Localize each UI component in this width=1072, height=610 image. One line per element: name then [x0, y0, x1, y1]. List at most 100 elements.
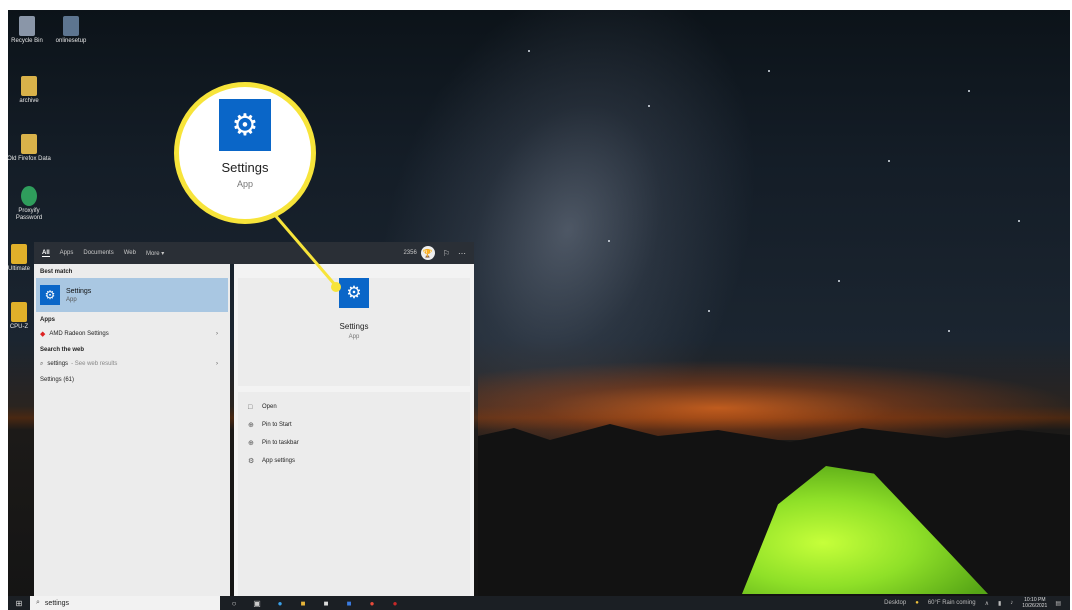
folder-icon [21, 76, 37, 96]
action-label: Pin to Start [262, 422, 292, 428]
web-query: settings [47, 361, 69, 367]
star [708, 310, 710, 312]
desktop-icon-proxyify[interactable]: Proxyify Password [6, 186, 52, 222]
desktop-icon-label: onlinesetup [55, 38, 87, 44]
chevron-up-icon[interactable]: ∧ [985, 600, 989, 607]
search-icon: ⌕ [36, 599, 40, 606]
rewards-points: 2356 [403, 250, 417, 256]
desktop-icon-label: Old Firefox Data [7, 156, 51, 162]
app-icon[interactable]: ● [386, 599, 404, 608]
filter-all[interactable]: All [42, 250, 50, 257]
settings-count-label: Settings (61) [40, 377, 75, 383]
best-match-header: Best match [40, 269, 73, 275]
action-pin-to-taskbar[interactable]: ⊕ Pin to taskbar [238, 434, 470, 452]
weather-text[interactable]: 60°F Rain coming [928, 600, 976, 606]
feedback-icon[interactable]: ⚐ [443, 249, 450, 258]
desktop-icon-label: archive [19, 98, 39, 104]
app-result-label: AMD Radeon Settings [49, 331, 109, 337]
more-options-icon[interactable]: ⋯ [458, 249, 466, 258]
app-result-amd[interactable]: ◆ AMD Radeon Settings › [34, 326, 230, 342]
windows-start-icon[interactable]: ⊞ [8, 599, 30, 608]
app-icon [11, 244, 27, 264]
desktop-icon-label: Proxyify Password [15, 208, 43, 221]
star [768, 70, 770, 72]
action-open[interactable]: □ Open [238, 398, 470, 416]
preview-name: Settings [339, 322, 369, 331]
desktop-icon-label: CPU-Z [9, 324, 29, 330]
search-value: settings [44, 599, 70, 607]
store-icon[interactable]: ■ [317, 599, 335, 608]
filter-more[interactable]: More ▾ [146, 250, 164, 257]
volume-icon[interactable]: ♪ [1010, 600, 1013, 606]
clock-date: 10/26/2021 [1022, 603, 1048, 609]
filter-apps[interactable]: Apps [60, 250, 74, 256]
gear-icon: ⚙ [219, 99, 271, 151]
pin-icon: ⊕ [248, 422, 254, 429]
best-match-result[interactable]: ⚙ Settings App [36, 278, 228, 312]
desktop-icon-ultimate[interactable]: Ultimate [4, 244, 34, 273]
settings-category-result[interactable]: Settings (61) [34, 372, 230, 388]
action-label: Open [262, 404, 277, 410]
file-icon [63, 16, 79, 36]
clock[interactable]: 10:10 PM 10/26/2021 [1022, 597, 1047, 609]
star [1018, 220, 1020, 222]
cortana-icon[interactable]: ○ [225, 599, 243, 608]
star [528, 50, 530, 52]
star [608, 240, 610, 242]
desktop-icon-label: Ultimate [7, 266, 30, 272]
desktop-icon-onlinesetup[interactable]: onlinesetup [48, 16, 94, 45]
taskbar-search-input[interactable]: ⌕ settings [30, 596, 220, 610]
desktop-toolbar-label[interactable]: Desktop [884, 600, 906, 606]
folder-icon [21, 134, 37, 154]
horizon-glow [478, 360, 1070, 440]
callout-subtitle: App [236, 179, 253, 189]
web-result[interactable]: ⌕ settings - See web results › [34, 356, 230, 372]
shield-icon [21, 186, 37, 206]
search-web-header: Search the web [40, 347, 85, 353]
action-pin-to-start[interactable]: ⊕ Pin to Start [238, 416, 470, 434]
desktop-icon-cpuz[interactable]: CPU-Z [4, 302, 34, 331]
star [648, 105, 650, 107]
action-app-settings[interactable]: ⚙ App settings [238, 452, 470, 470]
best-match-name: Settings [66, 287, 92, 295]
settings-callout: ⚙ Settings App [174, 82, 316, 224]
search-filter-bar: All Apps Documents Web More ▾ 2356 🏆 ⚐ ⋯ [34, 242, 474, 264]
edge-icon[interactable]: ● [271, 599, 289, 608]
preview-header: ⚙ Settings App [238, 278, 470, 386]
filter-web[interactable]: Web [124, 250, 136, 256]
rewards-icon[interactable]: 🏆 [420, 246, 435, 260]
open-icon: □ [248, 403, 253, 411]
notifications-icon[interactable]: ▤ [1055, 600, 1061, 607]
pin-icon: ⊕ [248, 440, 254, 447]
filter-documents[interactable]: Documents [83, 250, 113, 256]
star [968, 90, 970, 92]
desktop-icon-archive[interactable]: archive [6, 76, 52, 105]
taskbar: ⊞ ⌕ settings ○ ▣ ● ■ ■ ■ ● ● Desktop ● 6… [8, 596, 1070, 610]
callout-title: Settings [221, 160, 269, 175]
chevron-right-icon[interactable]: › [216, 361, 218, 367]
star [888, 160, 890, 162]
action-label: App settings [262, 458, 296, 464]
chrome-icon[interactable]: ● [363, 599, 381, 608]
search-icon: ⌕ [40, 360, 44, 367]
amd-radeon-icon: ◆ [40, 331, 46, 338]
desktop-icon-recycle-bin[interactable]: Recycle Bin [4, 16, 50, 45]
mail-icon[interactable]: ■ [340, 599, 358, 608]
weather-icon: ● [915, 600, 919, 606]
star [838, 280, 840, 282]
desktop-icon-label: Recycle Bin [11, 38, 43, 44]
task-view-icon[interactable]: ▣ [248, 599, 266, 608]
chevron-right-icon[interactable]: › [216, 331, 218, 337]
desktop-icon-old-firefox-data[interactable]: Old Firefox Data [6, 134, 52, 163]
system-tray: Desktop ● 60°F Rain coming ∧ ▮ ♪ 10:10 P… [884, 597, 1070, 609]
apps-header: Apps [40, 317, 55, 323]
web-hint: - See web results [71, 361, 118, 367]
best-match-type: App [66, 296, 77, 303]
preview-actions: □ Open ⊕ Pin to Start ⊕ Pin to taskbar ⚙… [238, 392, 470, 604]
preview-type: App [348, 334, 360, 340]
file-explorer-icon[interactable]: ■ [294, 599, 312, 608]
network-icon[interactable]: ▮ [998, 600, 1001, 607]
gear-icon: ⚙ [248, 458, 255, 465]
result-preview-pane: ⚙ Settings App □ Open ⊕ Pin to Start ⊕ P… [234, 264, 474, 604]
recycle-bin-icon [19, 16, 35, 36]
